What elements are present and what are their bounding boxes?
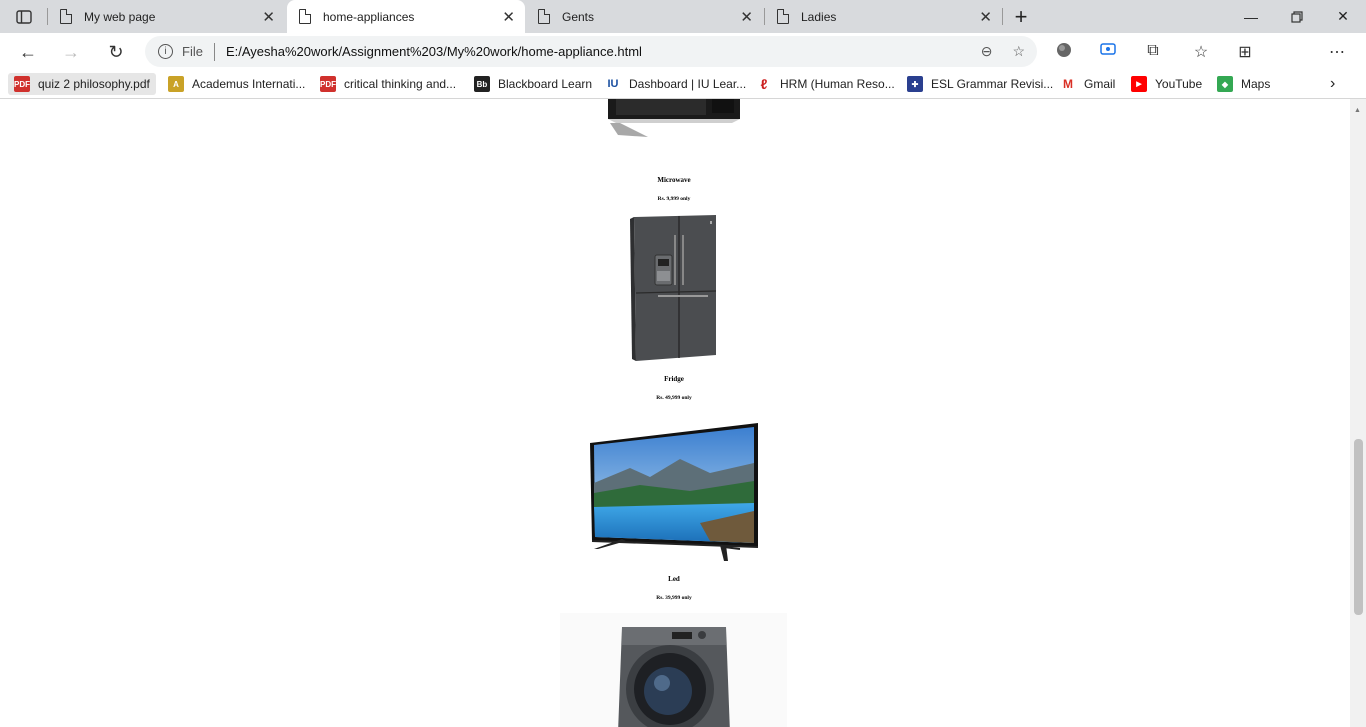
add-favorite-icon[interactable]: ☆: [1012, 43, 1025, 60]
bookmark-maps[interactable]: ◆ Maps: [1211, 73, 1270, 95]
product-name: Microwave: [657, 176, 691, 184]
bookmark-blackboard[interactable]: Bb Blackboard Learn: [468, 73, 592, 95]
bookmark-gmail[interactable]: M Gmail: [1054, 73, 1115, 95]
product-name: Led: [668, 575, 680, 583]
scroll-thumb[interactable]: [1354, 439, 1363, 615]
bookmark-academus[interactable]: A Academus Internati...: [162, 73, 305, 95]
bookmark-quiz-2-philosophy[interactable]: PDF quiz 2 philosophy.pdf: [8, 73, 156, 95]
pdf-icon: PDF: [14, 76, 30, 92]
chevron-right-icon[interactable]: ›: [1330, 73, 1335, 95]
bookmark-label: ESL Grammar Revisi...: [931, 77, 1054, 91]
page-icon: [60, 9, 72, 24]
tab-ladies[interactable]: Ladies ✕: [765, 0, 1002, 33]
bookmark-label: Dashboard | IU Lear...: [629, 77, 747, 91]
info-icon[interactable]: i: [158, 44, 173, 59]
bookmark-label: Maps: [1241, 77, 1271, 91]
page-content: Microwave Rs. 9,999 only Fridge Rs. 49,9…: [0, 99, 1350, 727]
bookmark-label: Gmail: [1084, 77, 1116, 91]
bookmark-label: Academus Internati...: [192, 77, 306, 91]
microwave-image: [608, 99, 740, 137]
tab-title: Gents: [562, 9, 595, 24]
address-bar[interactable]: i File E:/Ayesha%20work/Assignment%203/M…: [145, 36, 1037, 67]
iu-icon: IU: [605, 76, 621, 92]
tab-actions-icon[interactable]: [0, 0, 48, 33]
bookmarks-bar: PDF quiz 2 philosophy.pdf A Academus Int…: [0, 69, 1366, 99]
gmail-icon: M: [1060, 76, 1076, 92]
toolbar: ← → ↻ i File E:/Ayesha%20work/Assignment…: [0, 33, 1366, 97]
minimize-icon[interactable]: —: [1228, 0, 1274, 33]
scroll-up-arrow-icon[interactable]: ▲: [1354, 107, 1361, 114]
extension-circle-icon[interactable]: [1054, 42, 1074, 63]
more-menu-icon[interactable]: ⋯: [1327, 42, 1347, 62]
refresh-icon[interactable]: ↻: [103, 39, 129, 65]
uk-flag-icon: ✚: [907, 76, 923, 92]
product-price: Rs. 39,999 only: [656, 595, 692, 601]
bookmark-label: YouTube: [1155, 77, 1203, 91]
fridge-image: [628, 215, 720, 363]
bookmark-critical-thinking[interactable]: PDF critical thinking and...: [314, 73, 456, 95]
page-icon: [299, 9, 311, 24]
back-icon[interactable]: ←: [15, 39, 41, 65]
product-price: Rs. 49,999 only: [656, 395, 692, 401]
pdf-icon: PDF: [320, 76, 336, 92]
close-icon[interactable]: ✕: [979, 8, 992, 26]
tab-title: home-appliances: [323, 9, 415, 24]
product-name: Fridge: [664, 375, 684, 383]
blackboard-icon: Bb: [474, 76, 490, 92]
favorites-icon[interactable]: ☆: [1191, 42, 1211, 62]
forward-icon[interactable]: →: [58, 39, 84, 65]
tab-title: Ladies: [801, 9, 837, 24]
bookmark-label: critical thinking and...: [344, 77, 457, 91]
tab-home-appliances[interactable]: home-appliances ✕: [287, 0, 525, 33]
close-icon[interactable]: ✕: [262, 8, 275, 26]
vertical-scrollbar[interactable]: ▲: [1350, 99, 1366, 727]
restore-icon[interactable]: [1274, 0, 1320, 33]
tab-title: My web page: [84, 9, 156, 24]
zoom-icon[interactable]: ⊖: [981, 43, 993, 60]
tab-bar: My web page ✕ home-appliances ✕ Gents ✕ …: [0, 0, 1366, 33]
academus-icon: A: [168, 76, 184, 92]
extensions-icon[interactable]: ⧉: [1143, 42, 1163, 60]
close-icon[interactable]: ✕: [740, 8, 753, 26]
bookmark-label: Blackboard Learn: [498, 77, 593, 91]
close-window-icon[interactable]: ✕: [1320, 0, 1366, 33]
youtube-icon: ▶: [1131, 76, 1147, 92]
led-tv-image: [590, 423, 760, 563]
collections-icon[interactable]: ⊞: [1235, 42, 1255, 62]
scheme-label: File: [182, 44, 203, 59]
hrm-icon: ℓ: [756, 76, 772, 92]
bookmark-label: HRM (Human Reso...: [780, 77, 895, 91]
bookmark-label: quiz 2 philosophy.pdf: [38, 77, 150, 91]
maps-icon: ◆: [1217, 76, 1233, 92]
product-price: Rs. 9,999 only: [657, 196, 691, 202]
washing-machine-image: [560, 613, 787, 727]
new-tab-icon[interactable]: +: [998, 0, 1044, 33]
close-icon[interactable]: ✕: [502, 8, 515, 26]
bookmark-hrm[interactable]: ℓ HRM (Human Reso...: [750, 73, 895, 95]
bookmark-iu-dashboard[interactable]: IU Dashboard | IU Lear...: [599, 73, 746, 95]
tab-gents[interactable]: Gents ✕: [526, 0, 763, 33]
page-icon: [538, 9, 550, 24]
bookmark-youtube[interactable]: ▶ YouTube: [1125, 73, 1202, 95]
screen-capture-icon[interactable]: [1098, 42, 1118, 61]
bookmark-esl-grammar[interactable]: ✚ ESL Grammar Revisi...: [901, 73, 1053, 95]
page-icon: [777, 9, 789, 24]
url-text[interactable]: E:/Ayesha%20work/Assignment%203/My%20wor…: [226, 44, 642, 59]
tab-my-web-page[interactable]: My web page ✕: [48, 0, 285, 33]
